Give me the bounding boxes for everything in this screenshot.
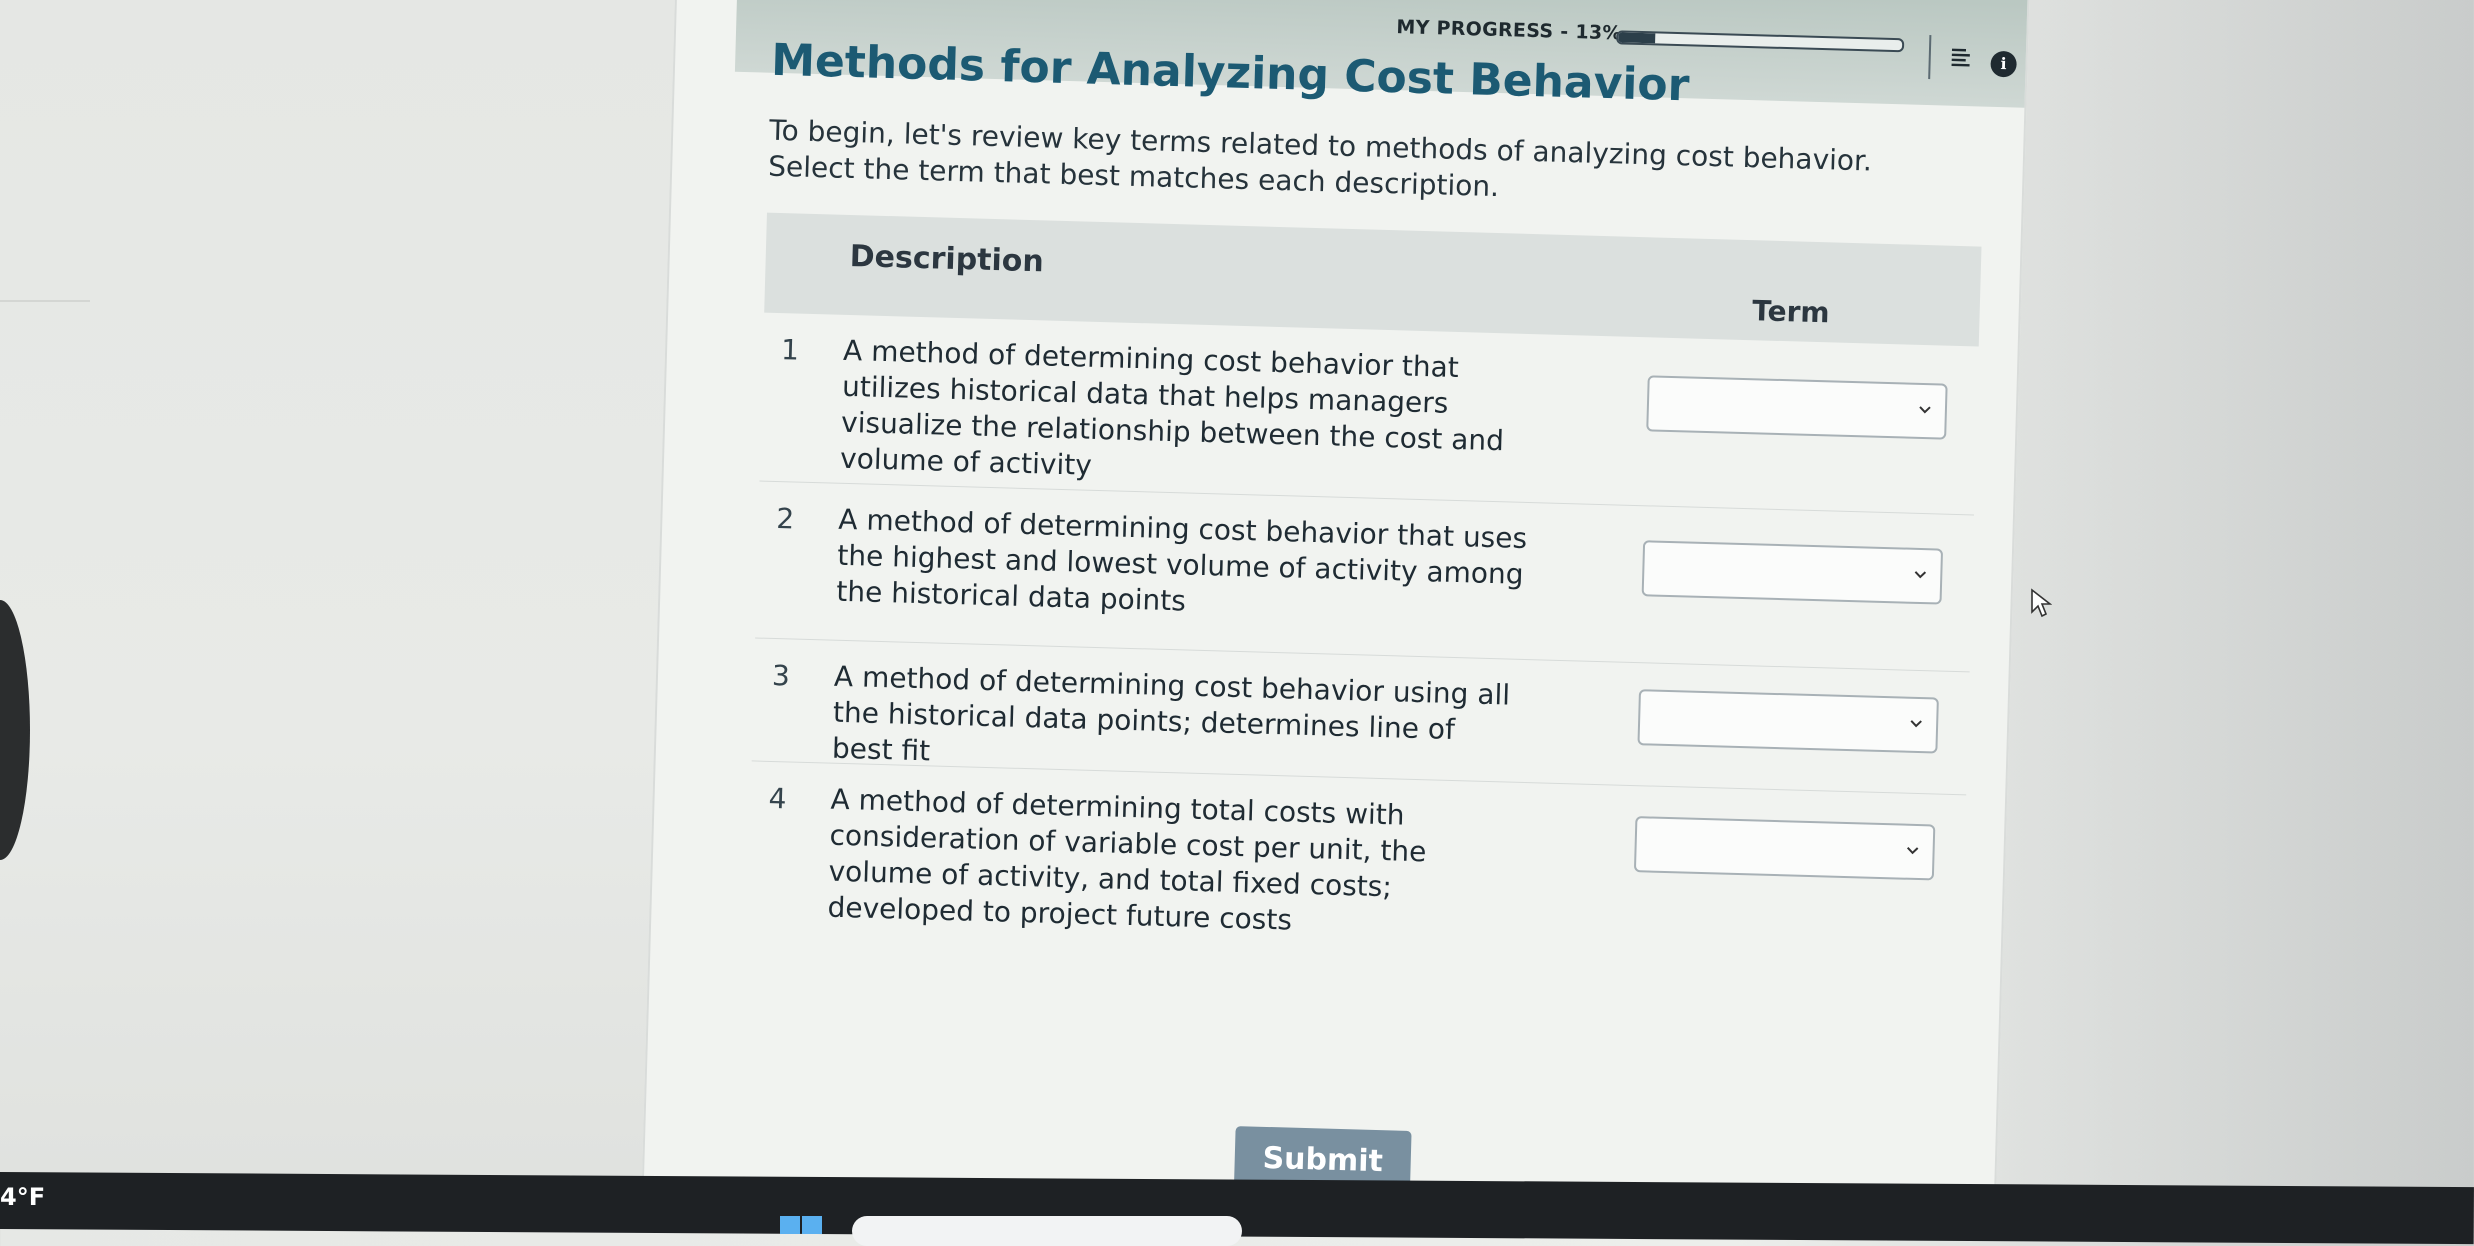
taskbar-search[interactable] (852, 1216, 1242, 1246)
term-dropdown-2[interactable] (1641, 540, 1944, 605)
chevron-down-icon (1914, 571, 1927, 579)
progress-label: MY PROGRESS - 13% (1396, 16, 1623, 45)
progress-bar (1616, 30, 1905, 53)
row-description: A method of determining total costs with… (827, 782, 1427, 937)
description-column-header: Description (849, 238, 1045, 280)
chevron-down-icon (1906, 847, 1919, 855)
term-dropdown-3[interactable] (1637, 689, 1939, 754)
instructions-text: To begin, let's review key terms related… (767, 113, 1873, 204)
toolbar-divider (1928, 35, 1932, 80)
mouse-pointer-icon (2031, 588, 2052, 618)
table-row: 1 A method of determining cost behavior … (759, 312, 1979, 516)
matching-table: Description Term 1 A method of determini… (746, 212, 1982, 986)
row-description: A method of determining cost behavior th… (839, 333, 1505, 482)
menu-lines-icon[interactable] (1949, 46, 1974, 71)
weather-temperature[interactable]: 4°F (0, 1183, 45, 1211)
row-number: 3 (771, 658, 791, 693)
row-number: 1 (780, 333, 800, 367)
term-dropdown-4[interactable] (1633, 816, 1936, 881)
app-panel: MY PROGRESS - 13% i Methods for Analyzin… (641, 0, 2030, 1228)
background-mark (0, 300, 90, 302)
term-dropdown-1[interactable] (1646, 375, 1948, 440)
row-number: 2 (775, 502, 795, 536)
row-description: A method of determining cost behavior th… (835, 502, 1528, 618)
table-row: 4 A method of determining total costs wi… (746, 761, 1966, 985)
chevron-down-icon (1919, 406, 1931, 414)
row-number: 4 (768, 781, 787, 816)
desk-background (0, 0, 740, 1229)
info-icon[interactable]: i (1990, 50, 2017, 78)
chevron-down-icon (1910, 720, 1922, 728)
term-column-header: Term (1751, 294, 1831, 330)
progress-fill (1618, 32, 1656, 44)
windows-icon[interactable] (780, 1214, 824, 1234)
